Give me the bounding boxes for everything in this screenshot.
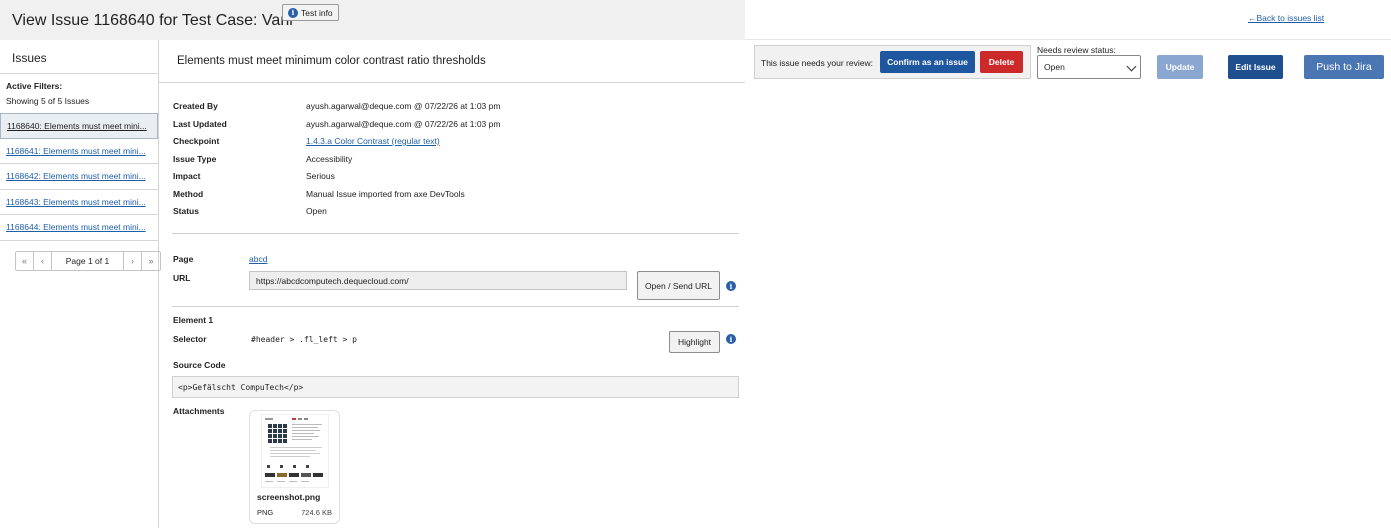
attachment-size: 724.6 KB [301,508,332,517]
pagination: « ‹ Page 1 of 1 › » [15,251,161,271]
issue-list-item[interactable]: 1168643: Elements must meet mini... [0,190,158,215]
page-label: Page [173,254,194,264]
field-label-method: Method [173,189,204,199]
test-info-button[interactable]: i Test info [282,4,339,21]
delete-button[interactable]: Delete [980,51,1023,73]
url-field[interactable]: https://abcdcomputech.dequecloud.com/ [249,271,627,290]
page-link[interactable]: abcd [249,254,267,264]
url-value: https://abcdcomputech.dequecloud.com/ [256,275,409,286]
open-send-url-button[interactable]: Open / Send URL [637,271,720,300]
active-filters-label: Active Filters: [6,81,63,91]
next-page-button[interactable]: › [124,252,142,270]
field-label-created-by: Created By [173,101,218,111]
source-code-value: <p>Gefälscht CompuTech</p> [178,382,304,392]
info-icon[interactable]: i [726,334,736,344]
field-label-status: Status [173,206,199,216]
review-panel: This issue needs your review: Confirm as… [754,45,1031,79]
issue-list-item[interactable]: 1168644: Elements must meet mini... [0,215,158,241]
attachment-type: PNG [257,508,274,517]
chevron-down-icon [1126,61,1137,72]
first-page-button[interactable]: « [16,252,34,270]
issue-link[interactable]: 1168643: Elements must meet mini... [6,197,146,207]
attachment-name: screenshot.png [257,492,321,502]
url-label: URL [173,273,191,283]
page-title: View Issue 1168640 for Test Case: Vani [12,12,293,29]
prev-page-button[interactable]: ‹ [34,252,52,270]
field-label-impact: Impact [173,171,201,181]
section-divider [172,306,739,307]
review-status-select[interactable]: Open [1037,55,1141,79]
issue-list-item[interactable]: 1168642: Elements must meet mini... [0,164,158,190]
issues-sidebar: Issues Active Filters: Showing 5 of 5 Is… [0,40,161,528]
attachment-card[interactable]: screenshot.png PNG 724.6 KB [249,410,340,524]
update-button[interactable]: Update [1157,55,1203,79]
field-value-issue-type: Accessibility [306,154,353,164]
section-divider [172,233,739,234]
issue-header: Elements must meet minimum color contras… [159,40,745,83]
source-code-label: Source Code [173,360,226,370]
page-indicator: Page 1 of 1 [52,252,124,270]
issue-list-item[interactable]: 1168641: Elements must meet mini... [0,139,158,164]
issue-list-item[interactable]: 1168640: Elements must meet mini... [0,113,158,139]
field-value-status: Open [306,206,327,216]
sidebar-title: Issues [12,51,47,65]
review-prompt: This issue needs your review: [761,58,873,68]
review-status-value: Open [1044,62,1065,72]
field-value-created-by: ayush.agarwal@deque.com @ 07/22/26 at 1:… [306,101,501,111]
field-value-impact: Serious [306,171,335,181]
push-to-jira-button[interactable]: Push to Jira [1304,55,1384,79]
checkpoint-link[interactable]: 1.4.3.a Color Contrast (regular text) [306,136,440,146]
field-label-last-updated: Last Updated [173,119,227,129]
sidebar-divider [0,73,158,74]
element-heading: Element 1 [173,315,214,325]
selector-value: #header > .fl_left > p [251,335,357,344]
showing-count: Showing 5 of 5 Issues [6,96,90,106]
highlight-button[interactable]: Highlight [669,331,720,353]
field-label-issue-type: Issue Type [173,154,217,164]
back-to-issues-link[interactable]: ←Back to issues list [1248,13,1324,23]
issue-link[interactable]: 1168640: Elements must meet mini... [7,121,147,131]
source-code-box: <p>Gefälscht CompuTech</p> [172,376,739,398]
attachment-thumbnail [261,414,329,488]
issue-link[interactable]: 1168641: Elements must meet mini... [6,146,146,156]
attachments-label: Attachments [173,406,225,416]
last-page-button[interactable]: » [142,252,160,270]
issue-link[interactable]: 1168642: Elements must meet mini... [6,171,146,181]
confirm-issue-button[interactable]: Confirm as an issue [880,51,975,73]
field-value-last-updated: ayush.agarwal@deque.com @ 07/22/26 at 1:… [306,119,501,129]
field-value-method: Manual Issue imported from axe DevTools [306,189,465,199]
field-label-checkpoint: Checkpoint [173,136,220,146]
issue-list: 1168640: Elements must meet mini... 1168… [0,113,158,241]
issue-link[interactable]: 1168644: Elements must meet mini... [6,222,146,232]
edit-issue-button[interactable]: Edit Issue [1228,55,1283,79]
selector-label: Selector [173,334,207,344]
review-status-label: Needs review status: [1037,45,1116,55]
issue-title: Elements must meet minimum color contras… [177,55,486,67]
top-header: View Issue 1168640 for Test Case: Vani i… [0,0,745,40]
info-icon[interactable]: i [726,281,736,291]
test-info-label: Test info [301,7,333,18]
info-icon: i [288,7,298,18]
